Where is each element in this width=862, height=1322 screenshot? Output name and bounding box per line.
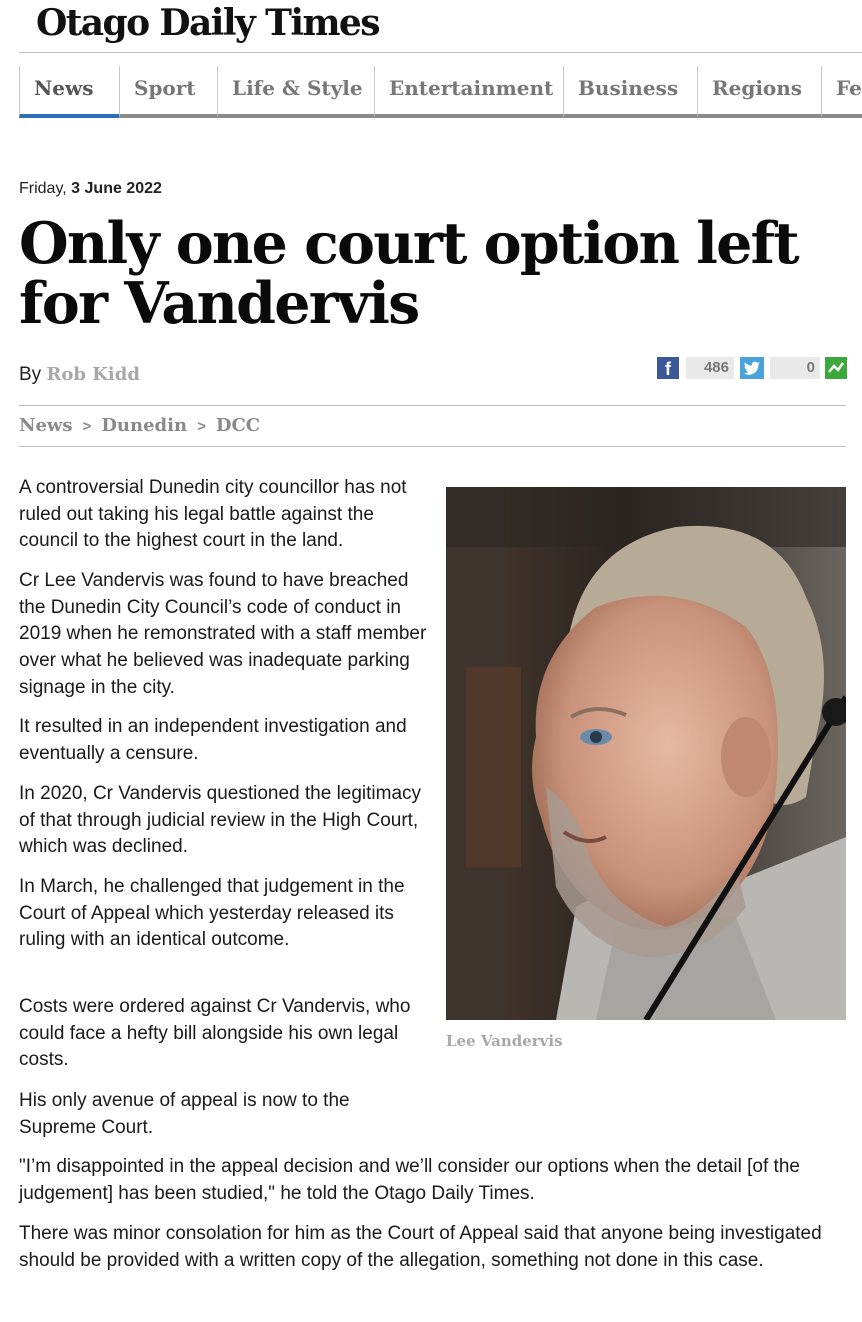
article-paragraph: There was minor consolation for him as t…	[19, 1223, 822, 1271]
twitter-share-count: 0	[770, 357, 820, 379]
breadcrumb-dcc[interactable]: DCC	[216, 415, 260, 436]
facebook-share-count: 486	[686, 357, 734, 379]
tab-features[interactable]: Fea	[821, 66, 862, 118]
twitter-icon[interactable]	[740, 357, 764, 379]
article-paragraph: Costs were ordered against Cr Vandervis,…	[19, 996, 411, 1071]
tab-news[interactable]: News	[19, 66, 119, 118]
breadcrumb-divider	[19, 446, 846, 447]
date-day: Friday,	[19, 180, 67, 197]
article-paragraph: "I’m disappointed in the appeal decision…	[19, 1156, 800, 1204]
date-full: 3 June 2022	[71, 180, 162, 197]
article-paragraph: In 2020, Cr Vandervis questioned the leg…	[19, 783, 422, 858]
facebook-icon[interactable]: f	[657, 357, 679, 379]
main-nav: News Sport Life & Style Entertainment Bu…	[19, 66, 862, 118]
article-date: Friday, 3 June 2022	[19, 180, 162, 198]
share-graph-icon	[828, 362, 845, 373]
author-link[interactable]: Rob Kidd	[46, 364, 139, 385]
breadcrumb-separator: >	[197, 418, 206, 435]
byline-divider	[19, 405, 846, 406]
byline-label: By	[19, 364, 42, 385]
breadcrumb: News > Dunedin > DCC	[19, 415, 260, 436]
breadcrumb-news[interactable]: News	[19, 415, 73, 436]
article-photo[interactable]	[446, 487, 846, 1020]
portrait-illustration	[446, 487, 846, 1020]
tab-life-style[interactable]: Life & Style	[217, 66, 374, 118]
byline: By Rob Kidd	[19, 364, 140, 386]
breadcrumb-dunedin[interactable]: Dunedin	[101, 415, 187, 436]
share-icon[interactable]	[825, 357, 847, 379]
photo-caption: Lee Vandervis	[446, 1032, 563, 1050]
tab-regions[interactable]: Regions	[697, 66, 821, 118]
tab-sport[interactable]: Sport	[119, 66, 217, 118]
article-paragraph: His only avenue of appeal is now to the …	[19, 1090, 350, 1138]
article-paragraph: A controversial Dunedin city councillor …	[19, 477, 407, 552]
twitter-bird-icon	[743, 361, 760, 375]
masthead-divider	[19, 52, 862, 53]
site-logo[interactable]: Otago Daily Times	[36, 2, 381, 44]
breadcrumb-separator: >	[82, 418, 92, 435]
article-paragraph: It resulted in an independent investigat…	[19, 716, 407, 764]
tab-entertainment[interactable]: Entertainment	[374, 66, 563, 118]
article-paragraph: Cr Lee Vandervis was found to have breac…	[19, 570, 427, 698]
tab-business[interactable]: Business	[563, 66, 697, 118]
article-paragraph: In March, he challenged that judgement i…	[19, 876, 405, 951]
article-headline: Only one court option left for Vandervis	[19, 210, 800, 337]
